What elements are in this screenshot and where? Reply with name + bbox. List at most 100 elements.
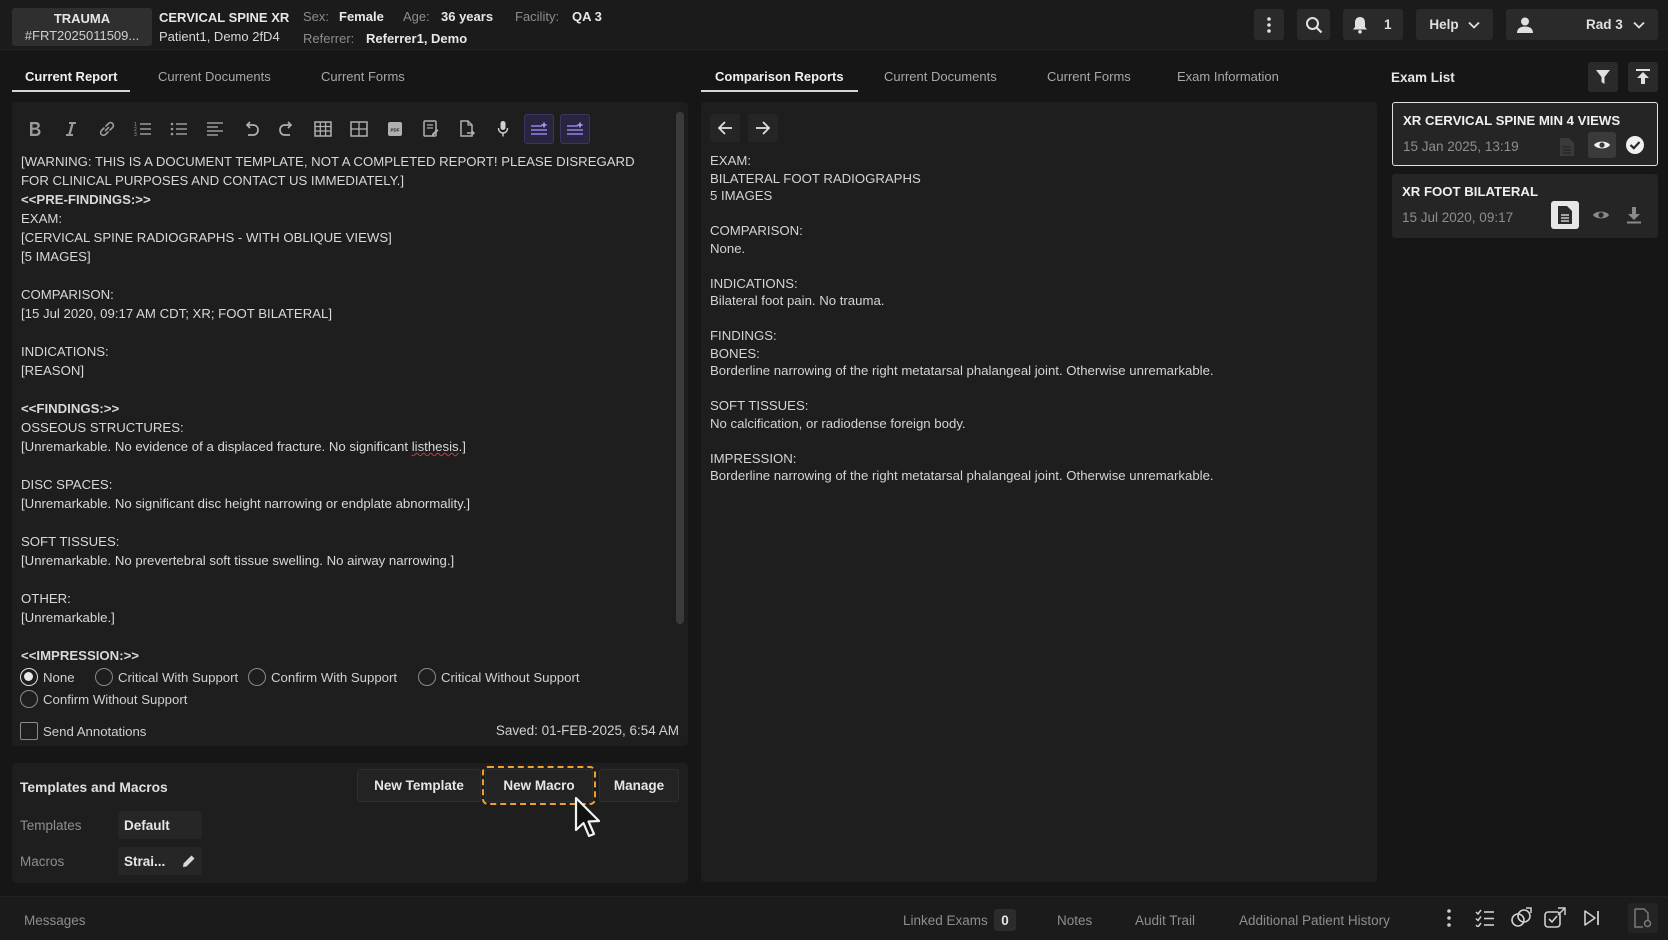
bold-icon <box>30 122 41 136</box>
table-icon <box>314 121 332 137</box>
send-annotations-label: Send Annotations <box>43 723 147 739</box>
comparison-line: Borderline narrowing of the right metata… <box>710 468 1214 483</box>
editor-line: OTHER: <box>21 589 661 608</box>
bullet-list-button[interactable] <box>164 114 194 144</box>
messages-link[interactable]: Messages <box>24 913 86 928</box>
italic-button[interactable] <box>56 114 86 144</box>
microphone-icon <box>497 121 509 137</box>
ai-list-icon <box>567 121 584 135</box>
radio-confirm-without-support[interactable]: Confirm Without Support <box>20 690 187 708</box>
tab-comparison-reports[interactable]: Comparison Reports <box>701 69 858 92</box>
edit-document-button[interactable] <box>416 114 446 144</box>
editor-line-text: [Unremarkable. No significant disc heigh… <box>21 496 471 511</box>
svg-text:PDF: PDF <box>391 128 400 133</box>
facility-label: Facility: <box>515 9 560 24</box>
linked-exams-link[interactable]: Linked Exams <box>903 913 988 928</box>
table-grid-button[interactable] <box>344 114 374 144</box>
radio-confirm-with-support-indicator[interactable] <box>248 668 266 686</box>
report-settings-button[interactable] <box>1628 903 1658 933</box>
dictation-button[interactable] <box>488 114 518 144</box>
tab-current-report[interactable]: Current Report <box>12 69 131 92</box>
next-report-button[interactable] <box>748 114 778 142</box>
macros-value: Strai... <box>124 854 166 869</box>
link-button[interactable] <box>92 114 122 144</box>
italic-icon <box>66 122 76 136</box>
editor-line-text: [5 IMAGES] <box>21 249 91 264</box>
checklist-icon[interactable] <box>1475 909 1495 927</box>
exam-card-cervical-spine[interactable]: XR CERVICAL SPINE MIN 4 VIEWS 15 Jan 202… <box>1392 102 1658 166</box>
upload-icon <box>1636 69 1650 84</box>
pencil-icon[interactable] <box>181 853 197 869</box>
tab-current-documents-right[interactable]: Current Documents <box>884 69 997 90</box>
view-exam-button[interactable] <box>1588 132 1616 158</box>
radio-critical-with-support[interactable]: Critical With Support <box>95 668 238 686</box>
radio-confirm-without-support-indicator[interactable] <box>20 690 38 708</box>
pdf-button[interactable]: PDF <box>380 114 410 144</box>
download-icon[interactable] <box>1626 206 1642 224</box>
manage-button[interactable]: Manage <box>599 769 679 802</box>
document-icon <box>1558 206 1572 224</box>
external-check-icon[interactable] <box>1544 907 1566 929</box>
align-left-icon <box>207 122 223 136</box>
user-menu[interactable]: Rad 3 <box>1506 9 1658 40</box>
editor-line: EXAM: <box>21 209 661 228</box>
send-annotations-checkbox[interactable]: Send Annotations <box>20 722 146 740</box>
comparison-line <box>710 205 1350 223</box>
editor-line-text: SOFT TISSUES: <box>21 534 120 549</box>
radio-none-indicator[interactable] <box>20 668 38 686</box>
export-document-button[interactable] <box>452 114 482 144</box>
exam-card-foot-bilateral[interactable]: XR FOOT BILATERAL 15 Jul 2020, 09:17 <box>1392 174 1658 238</box>
macros-select[interactable]: Strai... <box>118 847 202 875</box>
new-template-button[interactable]: New Template <box>357 769 481 802</box>
editor-line-text: DISC SPACES: <box>21 477 113 492</box>
bell-icon <box>1353 16 1367 34</box>
search-button[interactable] <box>1297 9 1330 40</box>
previous-report-button[interactable] <box>710 114 740 142</box>
report-text-editor[interactable]: [WARNING: THIS IS A DOCUMENT TEMPLATE, N… <box>21 152 661 707</box>
additional-history-link[interactable]: Additional Patient History <box>1239 913 1390 928</box>
align-left-button[interactable] <box>200 114 230 144</box>
more-options-button[interactable] <box>1254 9 1284 40</box>
audit-trail-link[interactable]: Audit Trail <box>1135 913 1195 928</box>
chevron-down-icon <box>1633 21 1645 29</box>
undo-button[interactable] <box>236 114 266 144</box>
filter-icon <box>1596 70 1610 84</box>
radio-confirm-with-support[interactable]: Confirm With Support <box>248 668 397 686</box>
numbered-list-button[interactable]: 123 <box>128 114 158 144</box>
redo-button[interactable] <box>272 114 302 144</box>
tab-current-forms[interactable]: Current Forms <box>321 69 405 90</box>
templates-select[interactable]: Default <box>118 811 202 839</box>
bold-button[interactable] <box>20 114 50 144</box>
filter-button[interactable] <box>1588 62 1618 92</box>
notes-link[interactable]: Notes <box>1057 913 1092 928</box>
vertical-dots-icon[interactable] <box>1447 909 1451 927</box>
eye-icon[interactable] <box>1592 209 1610 221</box>
radio-critical-without-support[interactable]: Critical Without Support <box>418 668 580 686</box>
link-share-icon[interactable] <box>1510 907 1532 929</box>
radio-none[interactable]: None <box>20 668 75 686</box>
spellcheck-word: listhesis <box>411 439 459 454</box>
ai-assist-button[interactable] <box>524 114 554 144</box>
insert-table-button[interactable] <box>308 114 338 144</box>
radio-critical-with-support-indicator[interactable] <box>95 668 113 686</box>
upload-button[interactable] <box>1628 62 1658 92</box>
tab-current-documents[interactable]: Current Documents <box>158 69 271 90</box>
radio-critical-without-support-indicator[interactable] <box>418 668 436 686</box>
editor-line-text: INDICATIONS: <box>21 344 109 359</box>
ai-summary-button[interactable] <box>560 114 590 144</box>
editor-line-text: [WARNING: THIS IS A DOCUMENT TEMPLATE, N… <box>21 154 635 169</box>
top-bar: TRAUMA #FRT2025011509... CERVICAL SPINE … <box>0 0 1668 50</box>
editor-line-text: COMPARISON: <box>21 287 114 302</box>
help-dropdown[interactable]: Help <box>1416 9 1493 40</box>
send-annotations-box[interactable] <box>20 722 38 740</box>
skip-forward-icon[interactable] <box>1583 909 1601 927</box>
tab-current-forms-right[interactable]: Current Forms <box>1047 69 1131 90</box>
editor-scrollbar[interactable] <box>676 112 684 624</box>
open-report-button[interactable] <box>1551 201 1579 229</box>
notifications-button[interactable]: 1 <box>1343 9 1403 40</box>
editor-line-text: FOR CLINICAL PURPOSES AND CONTACT US IMM… <box>21 173 404 188</box>
tab-exam-information[interactable]: Exam Information <box>1177 69 1279 90</box>
radio-confirm-with-support-label: Confirm With Support <box>271 669 398 685</box>
link-icon <box>99 121 115 137</box>
